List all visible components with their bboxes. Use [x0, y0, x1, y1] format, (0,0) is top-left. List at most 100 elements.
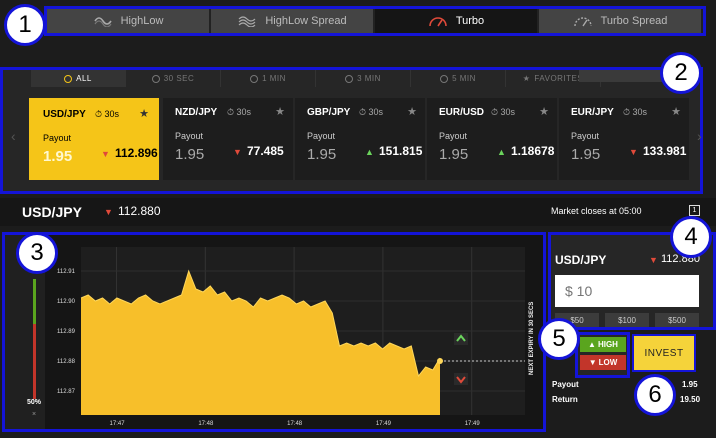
filter-tab-1min[interactable]: 1 MIN: [221, 70, 316, 87]
asset-card-usdjpy[interactable]: USD/JPY ⏱ 30s ★ Payout 1.95 ▼ 112.896: [29, 98, 159, 180]
asset-symbol: GBP/JPY: [307, 107, 351, 118]
y-tick-label: 112.90: [57, 299, 76, 305]
callout-5: 5: [538, 318, 580, 360]
filter-tab-3min-label: 3 MIN: [357, 74, 381, 83]
info-box-icon[interactable]: 1: [689, 205, 700, 216]
payout-label: Payout: [439, 131, 468, 141]
asset-card-eurjpy[interactable]: EUR/JPY ⏱ 30s ★ Payout 1.95 ▼ 133.981: [559, 98, 689, 180]
sentiment-down-bar: [33, 324, 36, 399]
filter-tab-all-label: ALL: [76, 74, 92, 83]
tab-highlow-label: HighLow: [120, 15, 164, 27]
asset-duration-value: 30s: [236, 107, 252, 117]
payout-label: Payout: [43, 133, 72, 143]
high-low-buttons: ▲ HIGH ▼ LOW: [575, 332, 630, 378]
tab-highlow-spread-label: HighLow Spread: [265, 15, 347, 27]
high-button-label: HIGH: [597, 340, 618, 349]
asset-price: 133.981: [643, 144, 687, 158]
favorite-star-icon[interactable]: ★: [407, 105, 417, 118]
header-asset-symbol: USD/JPY: [22, 204, 82, 220]
x-tick-label: 17:49: [376, 421, 392, 427]
callout-3: 3: [16, 232, 58, 274]
filter-tab-favorites-label: FAVORITES: [534, 74, 584, 83]
asset-symbol: EUR/USD: [439, 107, 485, 118]
filter-tab-3min[interactable]: 3 MIN: [316, 70, 411, 87]
favorite-star-icon[interactable]: ★: [139, 107, 149, 120]
asset-symbol: NZD/JPY: [175, 107, 218, 118]
asset-duration: ⏱ 30s: [227, 107, 252, 117]
y-tick-label: 112.91: [57, 269, 76, 275]
turbo-spread-gauge-icon: [573, 17, 592, 27]
payout-summary-value: 1.95: [682, 380, 698, 389]
asset-duration-value: 30s: [368, 107, 384, 117]
asset-card-eurusd[interactable]: EUR/USD ⏱ 30s ★ Payout 1.95 ▲ 1.18678: [427, 98, 557, 180]
callout-6: 6: [634, 374, 676, 416]
y-tick-label: 112.88: [57, 359, 76, 365]
filter-tab-all[interactable]: ALL: [31, 70, 126, 87]
tab-turbo[interactable]: Turbo: [375, 9, 539, 33]
amount-100-button[interactable]: $100: [605, 313, 649, 327]
filter-tab-5min-label: 5 MIN: [452, 74, 476, 83]
asset-duration: ⏱ 30s: [623, 107, 648, 117]
payout-label: Payout: [175, 131, 204, 141]
favorite-star-icon[interactable]: ★: [275, 105, 285, 118]
chevron-right-icon[interactable]: ›: [697, 128, 702, 144]
market-close-text: Market closes at 05:00: [551, 206, 642, 216]
filter-tab-30sec[interactable]: 30 SEC: [126, 70, 221, 87]
x-tick-label: 17:48: [198, 421, 214, 427]
close-icon[interactable]: ×: [32, 411, 36, 418]
star-icon: ★: [522, 74, 531, 83]
arrow-down-icon: ▼: [233, 147, 242, 157]
filter-tab-5min[interactable]: 5 MIN: [411, 70, 506, 87]
expiry-label: NEXT EXPIRY IN 30 SECS: [529, 302, 535, 375]
payout-value: 1.95: [43, 148, 73, 165]
asset-duration-value: 30s: [632, 107, 648, 117]
trade-type-tabs: HighLow HighLow Spread Turbo Turbo Sprea…: [44, 6, 706, 36]
favorite-star-icon[interactable]: ★: [671, 105, 681, 118]
favorite-star-icon[interactable]: ★: [539, 105, 549, 118]
tab-turbo-label: Turbo: [455, 15, 485, 27]
tab-turbo-spread[interactable]: Turbo Spread: [539, 9, 703, 33]
investment-amount-input[interactable]: [555, 275, 699, 307]
arrow-down-icon: ▼: [588, 358, 597, 367]
tab-highlow-spread[interactable]: HighLow Spread: [211, 9, 375, 33]
arrow-down-icon: ▼: [104, 207, 113, 217]
filter-tab-1min-label: 1 MIN: [262, 74, 286, 83]
arrow-up-icon: ▲: [588, 340, 596, 349]
price-chart-panel: 112.91 112.90 112.89 112.88 112.87 17:47 17:48…: [2, 232, 546, 432]
invest-button[interactable]: INVEST: [632, 334, 696, 372]
clock-icon: [345, 74, 354, 83]
amount-500-button[interactable]: $500: [655, 313, 699, 327]
payout-label: Payout: [571, 131, 600, 141]
highlow-spread-icon: [238, 16, 256, 27]
clock-icon: [64, 74, 73, 83]
arrow-up-icon: ▲: [365, 147, 374, 157]
y-tick-label: 112.89: [57, 329, 76, 335]
highlow-icon: [93, 17, 112, 27]
x-tick-label: 17:49: [465, 421, 481, 427]
asset-price: 77.485: [247, 144, 284, 158]
payout-summary-label: Payout: [552, 380, 579, 389]
callout-1: 1: [4, 4, 46, 46]
arrow-down-icon: ▼: [101, 149, 110, 159]
sentiment-percent: 50%: [27, 399, 42, 406]
tab-turbo-spread-label: Turbo Spread: [600, 15, 668, 27]
price-chart[interactable]: 112.91 112.90 112.89 112.88 112.87 17:47 17:48…: [5, 235, 543, 429]
asset-price: 1.18678: [511, 144, 555, 158]
asset-symbol: EUR/JPY: [571, 107, 614, 118]
asset-card-gbpjpy[interactable]: GBP/JPY ⏱ 30s ★ Payout 1.95 ▲ 151.815: [295, 98, 425, 180]
low-button[interactable]: ▼ LOW: [580, 355, 626, 370]
return-summary-value: 19.50: [680, 395, 701, 404]
tab-highlow[interactable]: HighLow: [47, 9, 211, 33]
asset-duration: ⏱ 30s: [491, 107, 516, 117]
asset-duration: ⏱ 30s: [359, 107, 384, 117]
x-tick-label: 17:47: [110, 421, 126, 427]
header-asset-price: 112.880: [118, 204, 161, 218]
asset-duration-value: 30s: [500, 107, 516, 117]
callout-4: 4: [670, 216, 712, 258]
asset-duration-value: 30s: [104, 109, 120, 119]
asset-card-nzdjpy[interactable]: NZD/JPY ⏱ 30s ★ Payout 1.95 ▼ 77.485: [163, 98, 293, 180]
arrow-down-icon: ▼: [629, 147, 638, 157]
asset-header-bar: USD/JPY ▼ 112.880 Market closes at 05:00…: [0, 198, 716, 226]
high-button[interactable]: ▲ HIGH: [580, 337, 626, 352]
chevron-left-icon[interactable]: ‹: [11, 128, 16, 144]
